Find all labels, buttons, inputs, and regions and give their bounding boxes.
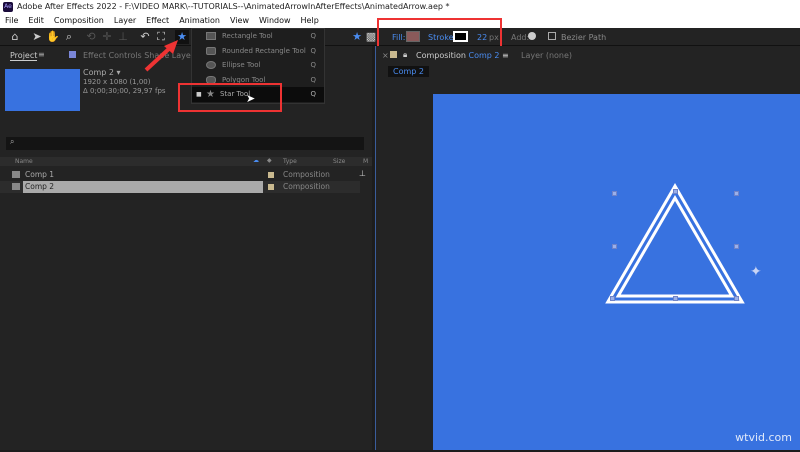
- label-color: [268, 184, 274, 190]
- close-tab-icon[interactable]: ×: [382, 51, 389, 60]
- menu-window[interactable]: Window: [254, 16, 296, 25]
- menu-effect[interactable]: Effect: [141, 16, 174, 25]
- project-row-comp2[interactable]: Comp 2 Composition: [0, 181, 360, 193]
- anchor-star-icon[interactable]: ✦: [750, 264, 762, 280]
- menu-composition[interactable]: Composition: [49, 16, 109, 25]
- col-m[interactable]: M: [363, 158, 368, 165]
- triangle-stroke-gap: [610, 189, 740, 301]
- triangle-stroke-outer: [605, 183, 745, 304]
- tab-prefix: Composition: [416, 51, 466, 60]
- sort-icon[interactable]: ☁: [253, 157, 259, 164]
- shortcut: Q: [310, 46, 316, 55]
- project-search-input[interactable]: ⌕: [6, 137, 364, 150]
- comp-breadcrumb[interactable]: Comp 2: [388, 66, 429, 77]
- hand-tool-icon[interactable]: ✋: [46, 30, 60, 44]
- window-title: Adobe After Effects 2022 - F:\VIDEO MARK…: [17, 2, 450, 11]
- comp-label-icon: [390, 51, 397, 58]
- composition-icon: [12, 171, 20, 178]
- comp-duration: Δ 0;00;30;00, 29,97 fps: [83, 87, 166, 95]
- zoom-tool-icon[interactable]: ⌕: [62, 30, 76, 44]
- triangle-shape[interactable]: ✦: [433, 94, 800, 450]
- grid-icon[interactable]: ▩: [364, 30, 378, 44]
- selection-tool-icon[interactable]: ➤: [30, 30, 44, 44]
- anchor-tool-icon[interactable]: ✛: [100, 30, 114, 44]
- toggle-star-icon[interactable]: ★: [350, 30, 364, 44]
- red-arrow-icon: [144, 40, 178, 72]
- menu-item-rounded-rectangle-tool[interactable]: Rounded Rectangle Tool Q: [192, 44, 324, 59]
- effect-controls-icon: [69, 51, 76, 58]
- home-icon[interactable]: ⌂: [8, 30, 22, 44]
- add-icon[interactable]: [528, 32, 536, 40]
- transform-handle[interactable]: [610, 296, 615, 301]
- add-label: Add:: [511, 33, 530, 42]
- rotate-tool-icon[interactable]: ⟲: [84, 30, 98, 44]
- label-color: [268, 172, 274, 178]
- item-type: Composition: [283, 182, 330, 191]
- project-row-comp1[interactable]: Comp 1 Composition: [0, 169, 360, 181]
- bezier-label: Bezier Path: [561, 33, 607, 42]
- pin-tool-icon[interactable]: ⊥: [116, 30, 130, 44]
- menu-help[interactable]: Help: [296, 16, 324, 25]
- transform-handle[interactable]: [612, 191, 617, 196]
- shortcut: Q: [310, 75, 316, 84]
- flowchart-icon[interactable]: ⊥: [359, 169, 366, 178]
- ellipse-icon: [206, 61, 216, 70]
- item-label: Rectangle Tool: [222, 32, 273, 41]
- rounded-rectangle-icon: [206, 46, 216, 55]
- transform-handle[interactable]: [734, 191, 739, 196]
- shortcut: Q: [310, 90, 316, 99]
- comp-name: Comp 2 ▾: [83, 68, 121, 77]
- composition-icon: [12, 183, 20, 190]
- tab-comp-name: Comp 2: [468, 51, 500, 60]
- lock-icon[interactable]: 🔒︎: [403, 50, 407, 60]
- tab-project[interactable]: Project: [10, 51, 38, 61]
- comp-thumbnail: [5, 69, 80, 111]
- app-logo: Ae: [3, 1, 13, 12]
- item-name: Comp 2: [25, 182, 55, 191]
- tab-layer[interactable]: Layer (none): [521, 51, 572, 60]
- tab-composition[interactable]: Composition Comp 2 ≡: [416, 51, 509, 60]
- transform-handle[interactable]: [734, 244, 739, 249]
- transform-handle[interactable]: [673, 189, 678, 194]
- shortcut: Q: [310, 32, 316, 41]
- selection-highlight: [23, 181, 263, 193]
- menu-item-rectangle-tool[interactable]: Rectangle Tool Q: [192, 29, 324, 44]
- highlight-box-fill-stroke: [377, 18, 502, 48]
- col-type[interactable]: Type: [283, 158, 297, 165]
- transform-handle[interactable]: [734, 296, 739, 301]
- menu-layer[interactable]: Layer: [109, 16, 141, 25]
- transform-handle[interactable]: [612, 244, 617, 249]
- label-tag-icon[interactable]: ◆: [267, 157, 272, 164]
- title-bar: Ae Adobe After Effects 2022 - F:\VIDEO M…: [0, 0, 800, 13]
- rectangle-icon: [206, 32, 216, 41]
- mouse-cursor-icon: ➤: [246, 92, 256, 105]
- composition-canvas[interactable]: ✦ wtvid.com: [433, 94, 800, 450]
- menu-animation[interactable]: Animation: [174, 16, 225, 25]
- panel-menu-icon[interactable]: ≡: [38, 50, 45, 59]
- shortcut: Q: [310, 61, 316, 70]
- highlight-box-star-tool: [178, 83, 282, 112]
- watermark: wtvid.com: [735, 431, 792, 444]
- transform-handle[interactable]: [673, 296, 678, 301]
- item-type: Composition: [283, 170, 330, 179]
- menu-file[interactable]: File: [0, 16, 23, 25]
- col-name[interactable]: Name: [15, 158, 33, 165]
- menu-edit[interactable]: Edit: [23, 16, 49, 25]
- bezier-checkbox[interactable]: [548, 32, 556, 40]
- item-label: Ellipse Tool: [222, 61, 261, 70]
- menu-item-ellipse-tool[interactable]: Ellipse Tool Q: [192, 58, 324, 73]
- item-label: Rounded Rectangle Tool: [222, 46, 306, 55]
- menu-view[interactable]: View: [225, 16, 254, 25]
- comp-size: 1920 x 1080 (1,00): [83, 78, 151, 86]
- item-name: Comp 1: [25, 170, 55, 179]
- col-size[interactable]: Size: [333, 158, 345, 165]
- column-header: Name ☁ ◆ Type Size M: [0, 157, 372, 166]
